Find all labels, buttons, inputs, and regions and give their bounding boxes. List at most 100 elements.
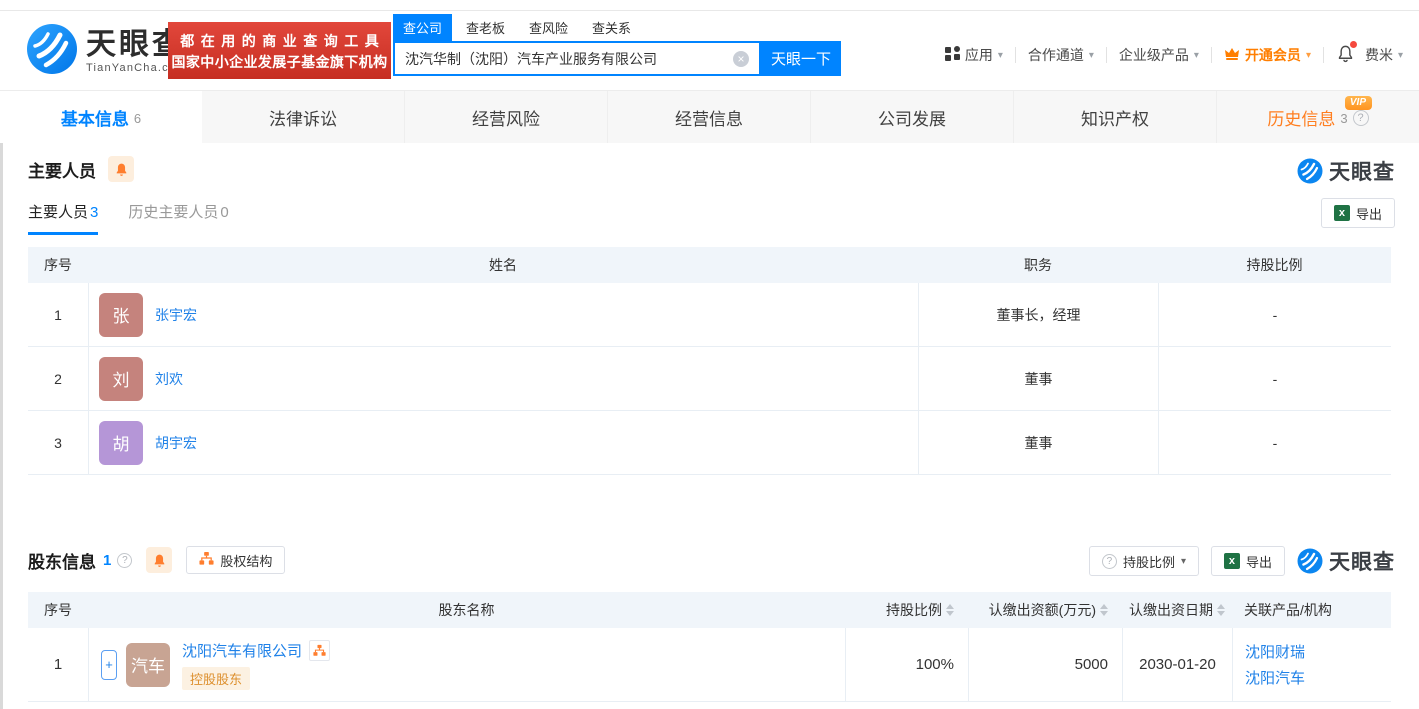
people-table: 序号 姓名 职务 持股比例 1 张 张宇宏 董事长，经理 - 2 刘 刘欢 董事… [28,247,1391,475]
clear-icon[interactable]: × [733,51,749,67]
nav-divider [1014,47,1016,63]
tab-intellectual-property[interactable]: 知识产权 [1013,91,1216,143]
row-ratio: - [1158,347,1391,410]
tianyancha-watermark: 天眼查 [1297,156,1395,186]
subtab-current-people[interactable]: 主要人员 3 [28,201,99,235]
tab-label: 公司发展 [878,109,946,129]
equity-structure-button[interactable]: 股权结构 [186,546,286,574]
search-tab-company[interactable]: 查公司 [393,14,453,41]
col-header-amount-sort[interactable]: 认缴出资额(万元) [968,592,1122,628]
top-header: 天眼查 TianYanCha.com 都在用的商业查询工具 国家中小企业发展子基… [0,11,1419,90]
search-tab-boss[interactable]: 查老板 [456,14,515,41]
tianyancha-logo[interactable]: 天眼查 TianYanCha.com [26,23,187,80]
related-link[interactable]: 沈阳汽车 [1245,667,1305,688]
search-button[interactable]: 天眼一下 [761,41,841,76]
table-row: 2 刘 刘欢 董事 - [28,347,1391,411]
tab-company-development[interactable]: 公司发展 [810,91,1013,143]
people-subtabs: 主要人员 3 历史主要人员 0 [28,201,229,235]
person-name-link[interactable]: 张宇宏 [155,305,197,325]
shareholder-section-title: 股东信息 [28,552,96,572]
nav-vip-membership[interactable]: 开通会员 ▾ [1224,45,1311,65]
nav-vip-label: 开通会员 [1244,47,1301,63]
promo-line2: 国家中小企业发展子基金旗下机构 [171,53,388,70]
row-no: 2 [54,370,62,387]
tab-label: 法律诉讼 [269,109,337,129]
tianyancha-swirl-icon [26,23,86,80]
row-position: 董事长，经理 [918,283,1158,346]
chevron-down-icon: ▾ [1193,49,1199,61]
tab-basic-info[interactable]: 基本信息 6 [0,91,202,143]
help-icon[interactable]: ? [1352,110,1369,126]
org-chart-icon [199,551,214,569]
export-label: 导出 [1355,206,1382,222]
people-export-button[interactable]: x 导出 [1320,198,1395,228]
subtab-history-people[interactable]: 历史主要人员 0 [128,201,228,235]
col-header-label: 持股比例 [886,602,942,618]
col-header-date-sort[interactable]: 认缴出资日期 [1122,592,1232,628]
col-header-ratio-sort[interactable]: 持股比例 [845,592,968,628]
expand-button[interactable]: + [101,649,117,680]
ratio-filter-label: 持股比例 [1122,554,1175,570]
avatar: 张 [99,292,143,337]
subtab-count: 0 [220,204,229,221]
nav-apps-label: 应用 [964,47,993,63]
table-row: 1 张 张宇宏 董事长，经理 - [28,283,1391,347]
row-no: 1 [54,306,62,323]
col-header-label: 认缴出资额(万元) [988,602,1096,618]
row-amount: 5000 [968,628,1122,701]
equity-chart-icon[interactable] [309,639,331,661]
ratio-filter-button[interactable]: ? 持股比例 ▾ [1088,546,1199,576]
top-nav: 应用 ▾ 合作通道 ▾ 企业级产品 ▾ 开通会员 ▾ 费米 ▾ [944,41,1403,66]
nav-user[interactable]: 费米 ▾ [1365,45,1403,65]
crown-icon [1224,46,1240,64]
tab-legal-proceedings[interactable]: 法律诉讼 [202,91,404,143]
help-icon[interactable]: ? [117,552,133,568]
nav-apps[interactable]: 应用 ▾ [944,45,1003,65]
col-header-label: 认缴出资日期 [1129,602,1213,618]
person-name-link[interactable]: 刘欢 [155,369,183,389]
controlling-shareholder-tag: 控股股东 [182,666,251,690]
tab-operating-info[interactable]: 经营信息 [607,91,810,143]
table-row: 3 胡 胡宇宏 董事 - [28,411,1391,475]
promo-line1: 都在用的商业查询工具 [180,32,386,49]
nav-partner[interactable]: 合作通道 ▾ [1028,45,1094,65]
tianyancha-company-page: 天眼查 TianYanCha.com 都在用的商业查询工具 国家中小企业发展子基… [0,0,1419,709]
watermark-text: 天眼查 [1329,551,1395,574]
subtab-label: 历史主要人员 [128,204,219,221]
nav-partner-label: 合作通道 [1027,47,1084,63]
search-tab-risk[interactable]: 查风险 [519,14,578,41]
shareholder-name-link[interactable]: 沈阳汽车有限公司 [182,640,302,661]
person-name-link[interactable]: 胡宇宏 [155,433,197,453]
search-input[interactable] [395,43,759,74]
shareholder-table: 序号 股东名称 持股比例 认缴出资额(万元) 认缴出资日期 关联产品/机构 1 … [28,592,1391,702]
col-header-no: 序号 [44,602,72,618]
tab-label: 经营风险 [472,109,540,129]
tianyancha-watermark: 天眼查 [1297,546,1395,576]
row-position: 董事 [918,411,1158,474]
nav-enterprise[interactable]: 企业级产品 ▾ [1119,45,1199,65]
company-tabs: 基本信息 6 法律诉讼 经营风险 经营信息 公司发展 知识产权 VIP 历史信息… [0,90,1419,143]
vip-badge: VIP [1344,96,1372,110]
tab-history-info[interactable]: VIP 历史信息 3 ? [1216,91,1419,143]
nav-divider [1210,47,1212,63]
tab-operating-risk[interactable]: 经营风险 [404,91,607,143]
related-link[interactable]: 沈阳财瑞 [1245,641,1305,662]
monitor-bell-icon[interactable] [108,156,134,182]
tab-count: 3 [1340,111,1348,126]
excel-icon: x [1333,205,1350,221]
chevron-down-icon: ▾ [1088,49,1094,61]
search-tab-relation[interactable]: 查关系 [582,14,641,41]
monitor-bell-icon[interactable] [146,547,173,573]
col-header-ratio: 持股比例 [1246,257,1303,273]
row-ratio: - [1158,283,1391,346]
row-no: 3 [54,434,62,451]
shareholder-export-button[interactable]: x 导出 [1210,546,1285,576]
left-edge-strip [0,90,3,709]
notification-bell-icon[interactable] [1336,41,1357,66]
people-section-title: 主要人员 [28,161,96,181]
tab-label: 经营信息 [675,109,743,129]
col-header-related: 关联产品/机构 [1244,602,1332,618]
subtab-label: 主要人员 [28,204,89,221]
chevron-down-icon: ▾ [1180,555,1186,567]
sort-icon [1217,604,1225,616]
